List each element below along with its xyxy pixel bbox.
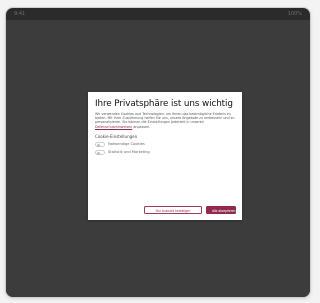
status-right-text: 100% xyxy=(287,11,302,17)
toggle-label-marketing: Statistik und Marketing xyxy=(108,149,150,154)
dialog-title: Ihre Privatsphäre ist uns wichtig xyxy=(95,99,233,109)
dialog-body-outro: anpassen. xyxy=(133,124,151,129)
top-status-bar: 9:41 100% xyxy=(6,8,310,20)
dialog-body: Wir verwenden Cookies und Technologien, … xyxy=(95,112,235,129)
toggle-icon[interactable] xyxy=(95,141,105,147)
status-left-text: 9:41 xyxy=(14,11,26,17)
confirm-selection-button[interactable]: Nur Auswahl bestätigen xyxy=(144,206,202,214)
toggle-row-necessary[interactable]: Notwendige Cookies xyxy=(95,141,235,147)
toggle-row-marketing[interactable]: Statistik und Marketing xyxy=(95,149,235,155)
dialog-actions: Nur Auswahl bestätigen Alle akzeptieren xyxy=(144,206,236,214)
toggle-icon[interactable] xyxy=(95,149,105,155)
privacy-policy-link[interactable]: Datenschutzhinweisen xyxy=(95,125,132,129)
cookie-settings-label: Cookie-Einstellungen xyxy=(95,133,138,139)
privacy-dialog-content: Ihre Privatsphäre ist uns wichtig Wir ve… xyxy=(95,99,235,158)
privacy-dialog: Ihre Privatsphäre ist uns wichtig Wir ve… xyxy=(88,92,242,220)
accept-all-button[interactable]: Alle akzeptieren xyxy=(206,206,236,214)
dialog-body-intro: Wir verwenden Cookies und Technologien, … xyxy=(95,112,235,125)
toggle-label-necessary: Notwendige Cookies xyxy=(108,141,145,146)
device-frame: 9:41 100% Ihre Privatsphäre ist uns wich… xyxy=(6,8,310,297)
